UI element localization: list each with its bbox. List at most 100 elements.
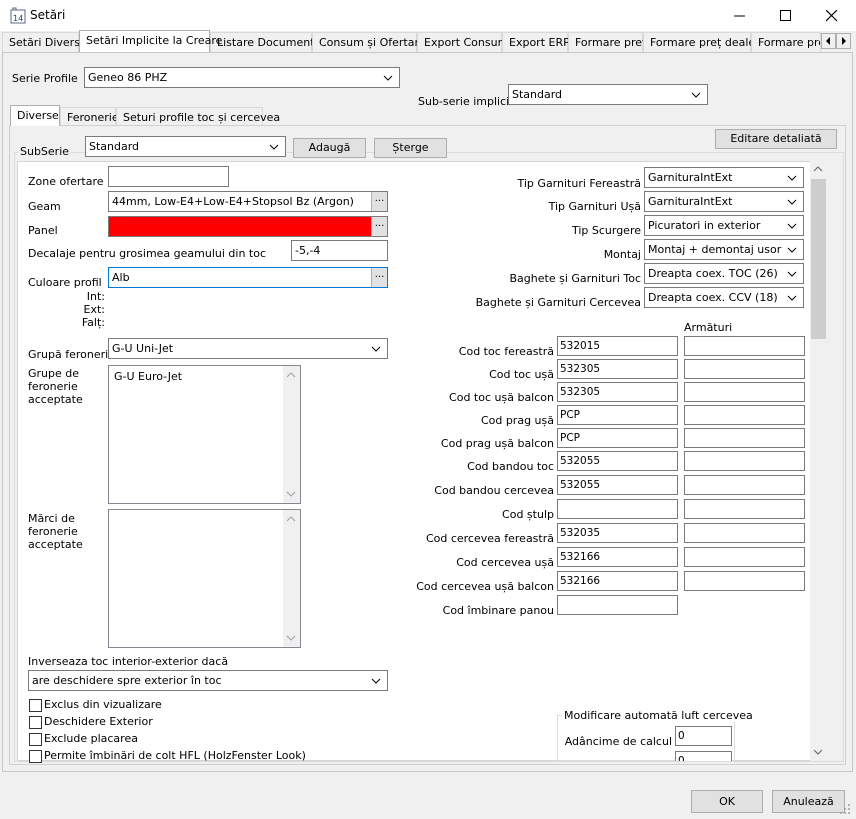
list-item[interactable]: G-U Euro-Jet xyxy=(114,370,182,383)
tab-scroll-left[interactable] xyxy=(821,33,836,49)
minimize-button[interactable] xyxy=(717,0,763,31)
exclus-vizualizare-checkbox[interactable] xyxy=(29,699,42,712)
tab-formare-pret-dealer[interactable]: Formare preț dealer xyxy=(643,32,760,52)
armatura-cercevea-usa-balcon-input[interactable] xyxy=(684,571,805,591)
armatura-prag-usa-balcon-input[interactable] xyxy=(684,428,805,448)
inverseaza-select[interactable]: are deschidere spre exterior în toc xyxy=(28,670,388,691)
armatura-cercevea-fereastra-input[interactable] xyxy=(684,523,805,543)
tab-export-erp[interactable]: Export ERP xyxy=(502,32,570,52)
exclude-placarea-checkbox[interactable] xyxy=(29,733,42,746)
tab-export-consum[interactable]: Export Consum xyxy=(417,32,508,52)
tip-garnituri-usa-label: Tip Garnituri Ușă xyxy=(548,200,641,213)
grupe-acceptate-list[interactable]: G-U Euro-Jet xyxy=(108,365,301,504)
armatura-toc-fereastra-input[interactable] xyxy=(684,336,805,356)
armatura-bandou-toc-input[interactable] xyxy=(684,451,805,471)
editare-detaliata-button[interactable]: Editare detaliată xyxy=(715,129,837,149)
armatura-toc-usa-balcon-input[interactable] xyxy=(684,382,805,402)
close-button[interactable] xyxy=(809,0,855,31)
chevron-down-icon xyxy=(787,271,797,277)
cod-toc-usa-label: Cod toc ușă xyxy=(489,368,554,381)
cod-cercevea-fereastra-input[interactable]: 532035 xyxy=(557,523,678,543)
cod-prag-usa-input[interactable]: PCP xyxy=(557,405,678,425)
armatura-cercevea-usa-input[interactable] xyxy=(684,547,805,567)
sub-serie-implicita-select[interactable]: Standard xyxy=(508,84,708,105)
inner-tab-diverse[interactable]: Diverse xyxy=(10,105,60,126)
baghete-cercevea-select[interactable]: Dreapta coex. CCV (18) xyxy=(644,287,804,308)
add-subserie-button[interactable]: Adaugă xyxy=(293,138,366,158)
subserie-select[interactable]: Standard xyxy=(85,136,286,157)
panel-browse-button[interactable]: ... xyxy=(371,217,387,236)
ok-button[interactable]: OK xyxy=(691,790,763,813)
cod-stulp-input[interactable] xyxy=(557,499,678,519)
deschidere-exterior-checkbox[interactable] xyxy=(29,716,42,729)
grupa-feronerie-select[interactable]: G-U Uni-Jet xyxy=(108,338,388,359)
tab-listare-documente[interactable]: Listare Documente xyxy=(210,32,321,52)
title-bar: 14 Setări xyxy=(0,0,856,31)
culoare-profil-field[interactable]: Alb ... xyxy=(108,267,388,288)
list-scrollbar[interactable] xyxy=(283,510,300,647)
geam-browse-button[interactable]: ... xyxy=(371,192,387,211)
permite-imbinari-checkbox[interactable] xyxy=(29,750,42,763)
baghete-toc-label: Baghete și Garnituri Toc xyxy=(509,272,641,285)
cancel-button[interactable]: Anulează xyxy=(772,790,845,813)
tip-scurgere-label: Tip Scurgere xyxy=(571,224,641,237)
cod-prag-usa-balcon-input[interactable]: PCP xyxy=(557,428,678,448)
armatura-stulp-input[interactable] xyxy=(684,499,805,519)
tab-consum-ofertare[interactable]: Consum și Ofertare xyxy=(312,32,426,52)
maximize-icon xyxy=(780,10,791,21)
marci-acceptate-label: Mărci de feronerie acceptate xyxy=(28,512,83,551)
resize-grip-icon[interactable] xyxy=(838,802,852,816)
culoare-profil-label: Culoare profil xyxy=(28,276,102,289)
list-scrollbar[interactable] xyxy=(283,366,300,503)
zone-ofertare-label: Zone ofertare xyxy=(28,175,104,188)
tab-setari-implicite[interactable]: Setări Implicite la Creare xyxy=(79,30,222,52)
armatura-prag-usa-input[interactable] xyxy=(684,405,805,425)
baghete-toc-select[interactable]: Dreapta coex. TOC (26) xyxy=(644,263,804,284)
second-luft-input[interactable]: 0 xyxy=(675,751,732,761)
chevron-down-icon xyxy=(787,223,797,229)
inner-tab-seturi-profile[interactable]: Seturi profile toc și cercevea xyxy=(116,107,280,126)
cod-bandou-cercevea-input[interactable]: 532055 xyxy=(557,475,678,495)
settings-vertical-scrollbar[interactable] xyxy=(810,161,827,761)
montaj-select[interactable]: Montaj + demontaj usor xyxy=(644,239,804,260)
tip-garnituri-usa-select[interactable]: GarnituraIntExt xyxy=(644,191,804,212)
cod-imbinare-panou-input[interactable] xyxy=(557,595,678,615)
exclude-placarea-label: Exclude placarea xyxy=(44,732,138,745)
armatura-toc-usa-input[interactable] xyxy=(684,359,805,379)
culoare-browse-button[interactable]: ... xyxy=(371,268,387,287)
decalaje-input[interactable]: -5,-4 xyxy=(291,240,388,261)
armatura-bandou-cercevea-input[interactable] xyxy=(684,475,805,495)
subserie-label: SubSerie xyxy=(18,145,72,158)
zone-ofertare-input[interactable] xyxy=(108,166,229,187)
inner-tab-feronerie[interactable]: Feronerie xyxy=(60,107,119,126)
cod-bandou-toc-input[interactable]: 532055 xyxy=(557,451,678,471)
tab-formare-pret[interactable]: Formare preț xyxy=(568,32,646,52)
marci-acceptate-list[interactable] xyxy=(108,509,301,648)
scrollbar-thumb[interactable] xyxy=(811,179,826,339)
adancime-calcul-input[interactable]: 0 xyxy=(675,726,732,746)
cod-toc-usa-input[interactable]: 532305 xyxy=(557,359,678,379)
panel-field[interactable]: ... xyxy=(108,216,388,237)
scroll-down-icon xyxy=(286,491,296,497)
tip-scurgere-select[interactable]: Picuratori in exterior xyxy=(644,215,804,236)
cod-toc-fereastra-input[interactable]: 532015 xyxy=(557,336,678,356)
tab-scroll-right[interactable] xyxy=(836,33,851,49)
tab-setari-diverse[interactable]: Setări Diverse xyxy=(2,32,87,52)
geam-field[interactable]: 44mm, Low-E4+Low-E4+Stopsol Bz (Argon) .… xyxy=(108,191,388,212)
delete-subserie-button[interactable]: Șterge xyxy=(374,138,447,158)
culoare-int-label: Int: xyxy=(86,290,105,303)
baghete-cercevea-label: Baghete și Garnituri Cercevea xyxy=(475,296,641,309)
deschidere-exterior-label: Deschidere Exterior xyxy=(44,715,153,728)
maximize-button[interactable] xyxy=(763,0,809,31)
tab-formare-pret-2[interactable]: Formare preț xyxy=(751,32,821,52)
cod-prag-usa-balcon-label: Cod prag ușă balcon xyxy=(440,437,554,450)
chevron-down-icon xyxy=(269,144,279,150)
cod-cercevea-usa-balcon-input[interactable]: 532166 xyxy=(557,571,678,591)
close-icon xyxy=(826,10,838,22)
cod-stulp-label: Cod ștulp xyxy=(502,508,554,521)
culoare-ext-label: Ext: xyxy=(83,303,105,316)
cod-toc-usa-balcon-input[interactable]: 532305 xyxy=(557,382,678,402)
cod-cercevea-usa-input[interactable]: 532166 xyxy=(557,547,678,567)
serie-profile-select[interactable]: Geneo 86 PHZ xyxy=(84,67,400,88)
tip-garnituri-fereastra-select[interactable]: GarnituraIntExt xyxy=(644,167,804,188)
